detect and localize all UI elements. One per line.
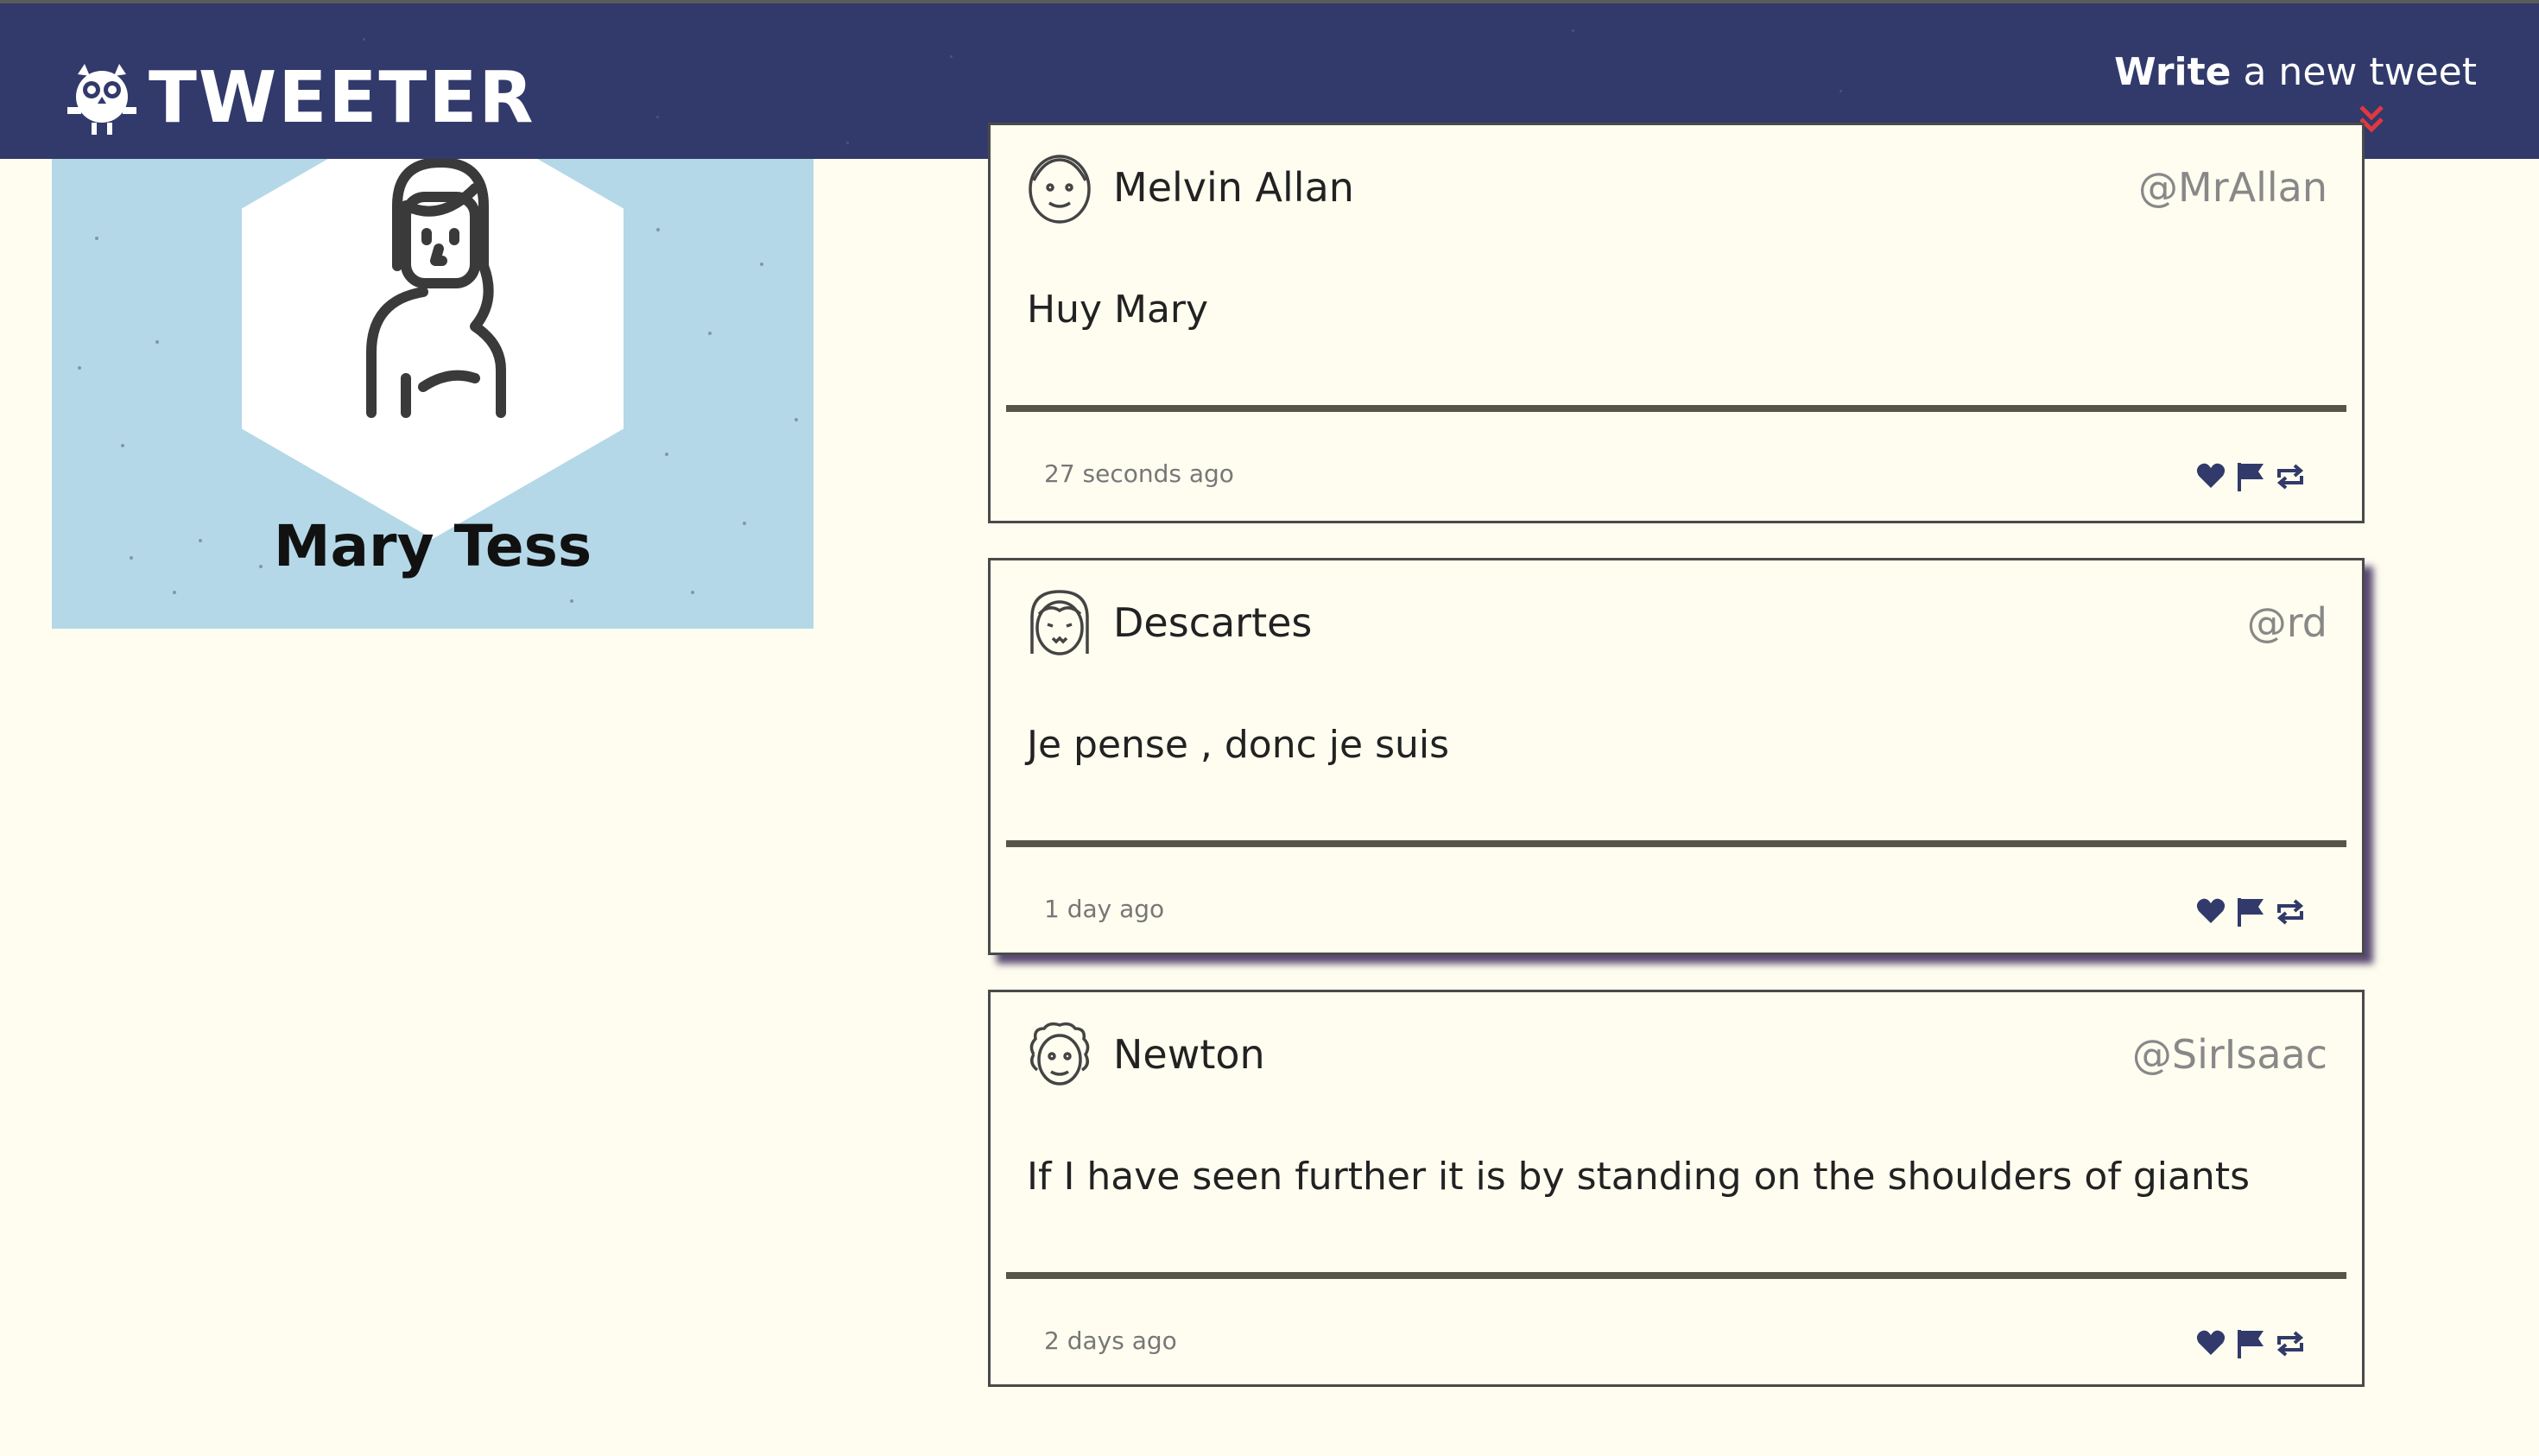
- owl-logo-icon: [67, 64, 136, 135]
- user-avatar-icon: [1029, 1022, 1090, 1086]
- heart-icon[interactable]: [2194, 896, 2227, 928]
- compose-label-rest: a new tweet: [2231, 50, 2477, 94]
- profile-name: Mary Tess: [273, 513, 592, 579]
- retweet-icon[interactable]: [2274, 896, 2307, 928]
- flag-icon[interactable]: [2234, 460, 2267, 493]
- retweet-icon[interactable]: [2274, 460, 2307, 493]
- tweet-timestamp: 2 days ago: [1044, 1326, 1177, 1355]
- tweet-divider: [1006, 840, 2346, 847]
- tweet-author-name: Newton: [1113, 1031, 1265, 1078]
- heart-icon[interactable]: [2194, 460, 2227, 493]
- user-avatar-icon: [1029, 155, 1091, 224]
- tweet-timestamp: 1 day ago: [1044, 895, 1165, 923]
- tweet-divider: [1006, 405, 2346, 412]
- flag-icon[interactable]: [2234, 896, 2267, 928]
- profile-card: Mary Tess: [52, 159, 814, 629]
- compose-label: Write a new tweet: [2114, 47, 2477, 98]
- compose-toggle[interactable]: Write a new tweet: [2114, 47, 2477, 98]
- tweet-card: Descartes @rd Je pense , donc je suis 1 …: [988, 558, 2365, 955]
- tweet-actions: [2194, 896, 2307, 928]
- tweet-author-handle[interactable]: @SirIsaac: [2132, 1030, 2327, 1079]
- flag-icon[interactable]: [2234, 1327, 2267, 1360]
- tweet-author-handle[interactable]: @MrAllan: [2138, 163, 2327, 212]
- tweet-text: If I have seen further it is by standing…: [1027, 1155, 2250, 1199]
- tweet-actions: [2194, 460, 2307, 493]
- user-avatar-icon: [366, 159, 506, 418]
- compose-label-bold: Write: [2114, 50, 2232, 94]
- user-avatar-icon: [1030, 590, 1089, 655]
- brand-name: TWEETER: [149, 57, 535, 139]
- tweet-text: Huy Mary: [1027, 288, 1209, 332]
- tweet-text: Je pense , donc je suis: [1027, 723, 1450, 767]
- retweet-icon[interactable]: [2274, 1327, 2307, 1360]
- tweet-actions: [2194, 1327, 2307, 1360]
- tweet-author-name: Melvin Allan: [1113, 164, 1354, 211]
- tweet-author-handle[interactable]: @rd: [2247, 598, 2327, 647]
- tweet-divider: [1006, 1272, 2346, 1279]
- tweet-card: Melvin Allan @MrAllan Huy Mary 27 second…: [988, 123, 2365, 523]
- tweet-card: Newton @SirIsaac If I have seen further …: [988, 990, 2365, 1387]
- tweet-author-name: Descartes: [1113, 599, 1313, 646]
- heart-icon[interactable]: [2194, 1327, 2227, 1360]
- tweet-timestamp: 27 seconds ago: [1044, 459, 1234, 488]
- brand-logo[interactable]: TWEETER: [59, 55, 535, 142]
